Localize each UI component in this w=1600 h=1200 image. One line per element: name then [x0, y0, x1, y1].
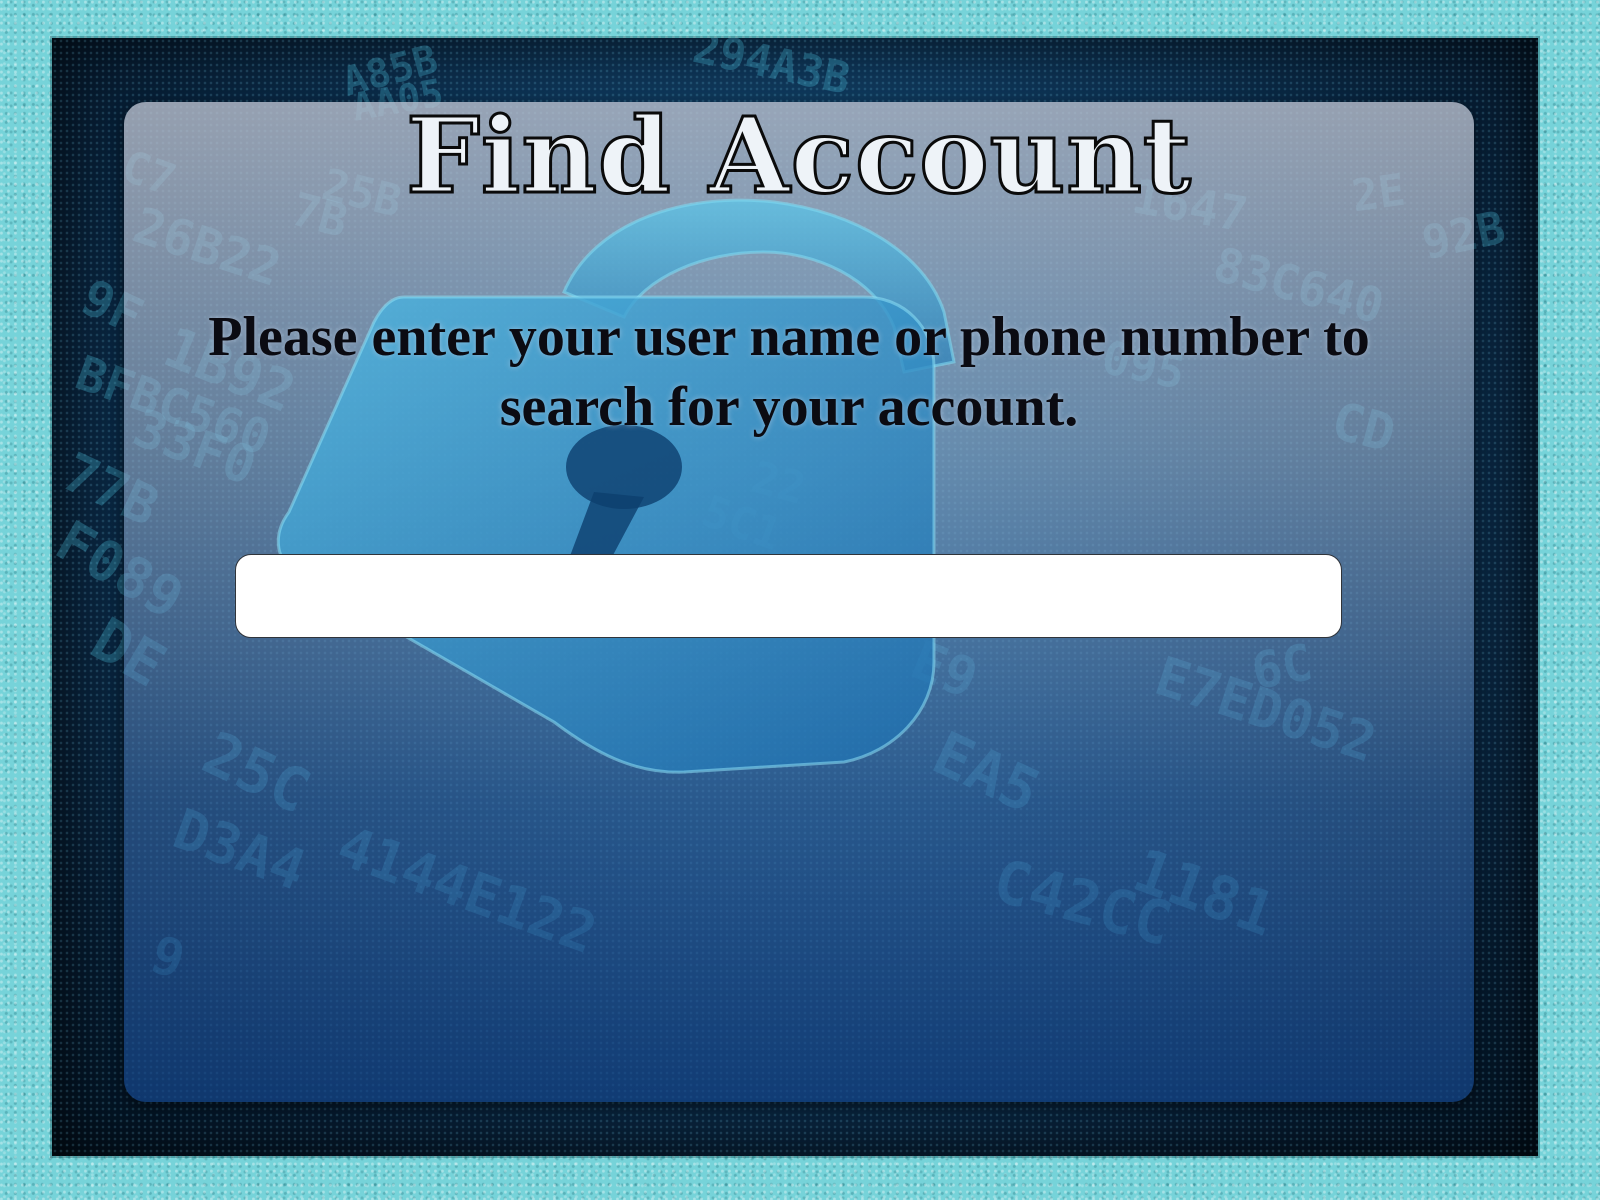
- instructions-text: Please enter your user name or phone num…: [208, 306, 1370, 438]
- background-hex-word: A85B: [337, 38, 443, 106]
- search-input[interactable]: [235, 554, 1342, 638]
- page-title: Find Account: [405, 102, 1193, 219]
- find-account-panel: Find Account Please enter your user name…: [124, 102, 1474, 1102]
- outer-frame: A85B294A3BAA05C77B16472E92B26B2225B83C64…: [0, 0, 1600, 1200]
- background-hex-word: 294A3B: [688, 38, 855, 105]
